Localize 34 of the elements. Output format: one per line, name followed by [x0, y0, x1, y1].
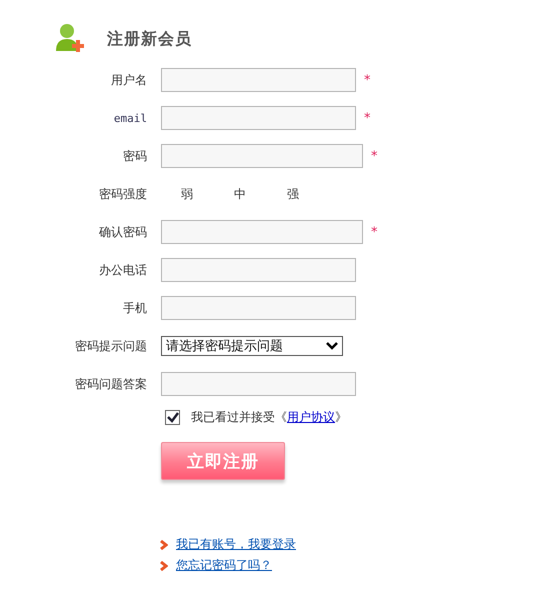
- input-field[interactable]: [161, 372, 356, 396]
- field-label: email: [112, 112, 147, 124]
- agreement-link[interactable]: 用户协议: [287, 410, 335, 424]
- strength-level: 强: [286, 186, 300, 202]
- add-user-icon: [55, 23, 85, 55]
- page-title: 注册新会员: [107, 28, 192, 50]
- input-field[interactable]: [161, 220, 363, 244]
- field-label: 用户名: [110, 72, 147, 88]
- required-mark: *: [364, 110, 370, 126]
- input-field[interactable]: [161, 258, 356, 282]
- required-mark: *: [364, 72, 370, 88]
- input-field[interactable]: [161, 106, 356, 130]
- field-label: 办公电话: [98, 262, 147, 278]
- field-label: 手机: [122, 300, 147, 316]
- field-label: 密码强度: [98, 186, 147, 202]
- input-field[interactable]: [161, 296, 356, 320]
- account-link[interactable]: 我已有账号，我要登录: [176, 536, 296, 553]
- required-mark: *: [371, 148, 378, 164]
- agree-checkbox[interactable]: [165, 410, 180, 425]
- strength-level: 中: [233, 186, 247, 202]
- field-label: 密码提示问题: [74, 338, 147, 354]
- input-field[interactable]: [161, 144, 363, 168]
- chevron-icon: [160, 540, 168, 550]
- input-field[interactable]: [161, 68, 356, 92]
- required-mark: *: [371, 224, 378, 240]
- strength-level: 弱: [180, 186, 194, 202]
- field-label: 密码: [122, 148, 147, 164]
- field-label: 密码问题答案: [74, 376, 147, 392]
- question-dropdown[interactable]: 请选择密码提示问题: [161, 336, 343, 356]
- chevron-icon: [326, 342, 338, 350]
- chevron-icon: [160, 560, 168, 570]
- account-link[interactable]: 您忘记密码了吗？: [176, 557, 272, 574]
- field-label: 确认密码: [98, 224, 147, 240]
- agreement-text: 我已看过并接受《用户协议》: [191, 409, 347, 426]
